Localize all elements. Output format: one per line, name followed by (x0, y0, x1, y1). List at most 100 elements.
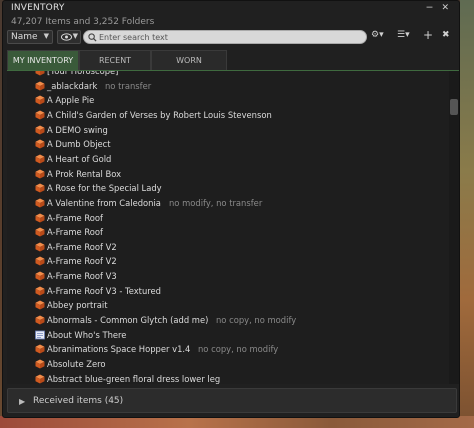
object-cube-icon (35, 227, 45, 237)
gear-options-button[interactable]: ⚙▾ (371, 30, 393, 44)
item-permissions: no transfer (105, 80, 152, 91)
item-name: About Who's There (47, 329, 127, 340)
item-name: A-Frame Roof V3 - Textured (47, 285, 161, 296)
item-permissions: no copy, no modify (198, 344, 279, 355)
tab-recent[interactable]: RECENT (79, 50, 151, 70)
view-options-button[interactable]: ☰▾ (397, 30, 419, 44)
list-item[interactable]: A-Frame Roof V2 (7, 240, 447, 255)
object-cube-icon (35, 286, 45, 296)
item-name: A-Frame Roof V2 (47, 241, 117, 252)
object-cube-icon (35, 256, 45, 266)
search-field[interactable] (83, 30, 367, 44)
item-name: A-Frame Roof (47, 227, 103, 238)
list-item[interactable]: Absolute Zero (7, 357, 447, 372)
world-backdrop-right (460, 0, 474, 428)
list-item[interactable]: A DEMO swing (7, 123, 447, 138)
chevron-down-icon: ▼ (43, 32, 49, 40)
object-cube-icon (35, 95, 45, 105)
item-name: A-Frame Roof (47, 212, 103, 223)
item-name: A DEMO swing (47, 124, 108, 135)
filter-visibility-button[interactable]: ▼ (57, 30, 81, 44)
item-name: A-Frame Roof V2 (47, 256, 117, 267)
object-cube-icon (35, 154, 45, 164)
list-item[interactable]: A-Frame Roof (7, 211, 447, 226)
item-name: Abnormals - Common Glytch (add me) (47, 315, 209, 326)
list-item[interactable]: Abranimations Space Hopper v1.4 no copy, … (7, 342, 447, 357)
item-permissions: no copy, no modify (216, 315, 297, 326)
item-name: A Dumb Object (47, 139, 111, 150)
object-cube-icon (35, 300, 45, 310)
object-cube-icon (35, 71, 45, 76)
item-name: [Your Horoscope] (47, 70, 119, 76)
item-name: Abstract blue-green floral dress lower l… (47, 373, 221, 384)
tab-worn[interactable]: WORN (151, 50, 227, 70)
eye-icon (61, 33, 72, 41)
item-name: A Child's Garden of Verses by Robert Lou… (47, 109, 272, 120)
list-item[interactable]: About Who's There (7, 328, 447, 343)
list-item[interactable]: [Your Horoscope] (7, 70, 447, 79)
object-cube-icon (35, 169, 45, 179)
list-item[interactable]: A Dumb Object (7, 137, 447, 152)
received-items-label: Received items (45) (33, 396, 124, 406)
item-name: Abranimations Space Hopper v1.4 (47, 344, 191, 355)
expand-arrow-icon: ▶ (19, 397, 26, 406)
item-name: A Valentine from Caledonia (47, 197, 161, 208)
tab-my-inventory[interactable]: MY INVENTORY (7, 50, 79, 70)
object-cube-icon (35, 271, 45, 281)
add-item-button[interactable]: + (423, 28, 437, 42)
item-name: Abbey portrait (47, 300, 108, 311)
scrollbar[interactable] (449, 71, 459, 384)
minimize-button[interactable]: ‒ (426, 0, 433, 13)
object-cube-icon (35, 374, 45, 384)
inventory-summary: 47,207 Items and 3,252 Folders (11, 17, 155, 27)
search-input[interactable] (99, 31, 359, 43)
notecard-icon (35, 330, 45, 340)
inventory-tree[interactable]: [Your Horoscope] _ablackdark no transfer A … (7, 70, 459, 384)
received-items-panel[interactable]: ▶ Received items (45) (7, 388, 457, 413)
list-item[interactable]: A Rose for the Special Lady (7, 181, 447, 196)
object-cube-icon (35, 315, 45, 325)
list-item[interactable]: A-Frame Roof V2 (7, 254, 447, 269)
object-cube-icon (35, 213, 45, 222)
search-icon (88, 33, 97, 42)
item-name: A Prok Rental Box (47, 168, 122, 179)
list-item[interactable]: Abbey portrait (7, 298, 447, 313)
list-item[interactable]: Abnormals - Common Glytch (add me) no cop… (7, 313, 447, 328)
list-item[interactable]: A Heart of Gold (7, 152, 447, 167)
item-name: Absolute Zero (47, 359, 106, 369)
object-cube-icon (35, 110, 45, 120)
list-item[interactable]: A Valentine from Caledonia no modify, no … (7, 196, 447, 211)
object-cube-icon (35, 125, 45, 135)
list-item[interactable]: A-Frame Roof V3 (7, 269, 447, 284)
list-item[interactable]: A-Frame Roof V3 - Textured (7, 284, 447, 299)
item-name: A Rose for the Special Lady (47, 183, 162, 194)
list-item[interactable]: A Apple Pie (7, 93, 447, 108)
inventory-toolbar: Name ▼ ▼ ⚙▾ ☰▾ + ✖ (7, 28, 457, 46)
chevron-down-icon: ▼ (72, 32, 78, 40)
object-cube-icon (35, 198, 45, 208)
object-cube-icon (35, 183, 45, 193)
item-name: A Heart of Gold (47, 153, 112, 164)
trash-button[interactable]: ✖ (442, 30, 454, 44)
list-item[interactable]: _ablackdark no transfer (7, 79, 447, 94)
item-name: A Apple Pie (47, 95, 95, 106)
title-bar[interactable]: INVENTORY ‒ ✕ (3, 0, 459, 15)
list-item[interactable]: A-Frame Roof (7, 225, 447, 240)
list-item[interactable]: Abstract blue-green floral dress lower l… (7, 372, 447, 384)
list-item[interactable]: A Prok Rental Box (7, 167, 447, 182)
list-item[interactable]: A Child's Garden of Verses by Robert Lou… (7, 108, 447, 123)
object-cube-icon (35, 344, 45, 354)
window-title: INVENTORY (11, 3, 65, 13)
item-name: A-Frame Roof V3 (47, 271, 117, 282)
sort-dropdown-value: Name (11, 32, 38, 42)
item-permissions: no modify, no transfer (169, 197, 263, 208)
object-cube-icon (35, 242, 45, 252)
object-cube-icon (35, 139, 45, 149)
object-cube-icon (35, 359, 45, 369)
close-button[interactable]: ✕ (441, 3, 449, 13)
sort-dropdown[interactable]: Name ▼ (7, 30, 53, 44)
object-cube-icon (35, 81, 45, 91)
inventory-floater: INVENTORY ‒ ✕ 47,207 Items and 3,252 Fol… (2, 0, 460, 418)
scrollbar-thumb[interactable] (450, 99, 458, 115)
item-name: _ablackdark (47, 80, 98, 91)
